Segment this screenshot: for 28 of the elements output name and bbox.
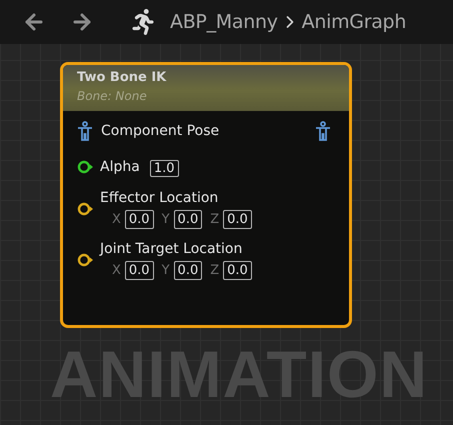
axis-label: Z (210, 211, 220, 229)
breadcrumb-item[interactable]: AnimGraph (302, 8, 406, 36)
number-field[interactable]: 0.0 (223, 260, 252, 280)
figure-icon[interactable] (77, 121, 93, 141)
pin-label: Component Pose (101, 122, 220, 140)
axis-label: Y (162, 211, 170, 229)
pin-label: Alpha (100, 158, 140, 176)
figure-icon[interactable] (315, 121, 331, 141)
number-field[interactable]: 0.0 (223, 210, 252, 230)
pin-icon[interactable] (77, 252, 94, 267)
number-field[interactable]: 1.0 (150, 160, 178, 177)
pin-label: Effector Location (100, 189, 220, 207)
axis-label: X (112, 211, 121, 229)
number-field[interactable]: 0.0 (124, 210, 154, 230)
axis-label: X (112, 262, 121, 280)
axis-label: Z (210, 262, 220, 280)
number-field[interactable]: 0.0 (174, 260, 202, 280)
node-subtitle: Bone: None (77, 88, 148, 105)
number-field[interactable]: 0.0 (124, 260, 154, 280)
breadcrumb-item[interactable]: ABP_Manny (170, 8, 278, 36)
pin-label: Joint Target Location (100, 240, 244, 258)
pin-icon[interactable] (77, 202, 94, 216)
node-title: Two Bone IK (77, 69, 168, 87)
running-figure-icon (130, 9, 156, 35)
number-field[interactable]: 0.0 (174, 210, 202, 230)
pin-icon[interactable] (77, 160, 94, 174)
axis-label: Y (162, 262, 170, 280)
graph-node[interactable]: Two Bone IK Bone: None Component Pose Alpha 1.0 Effector Location X 0.0 Y 0.0 Z 0.0 Joint Target Location X 0.0 Y 0.0 Z 0.0 (60, 62, 352, 328)
